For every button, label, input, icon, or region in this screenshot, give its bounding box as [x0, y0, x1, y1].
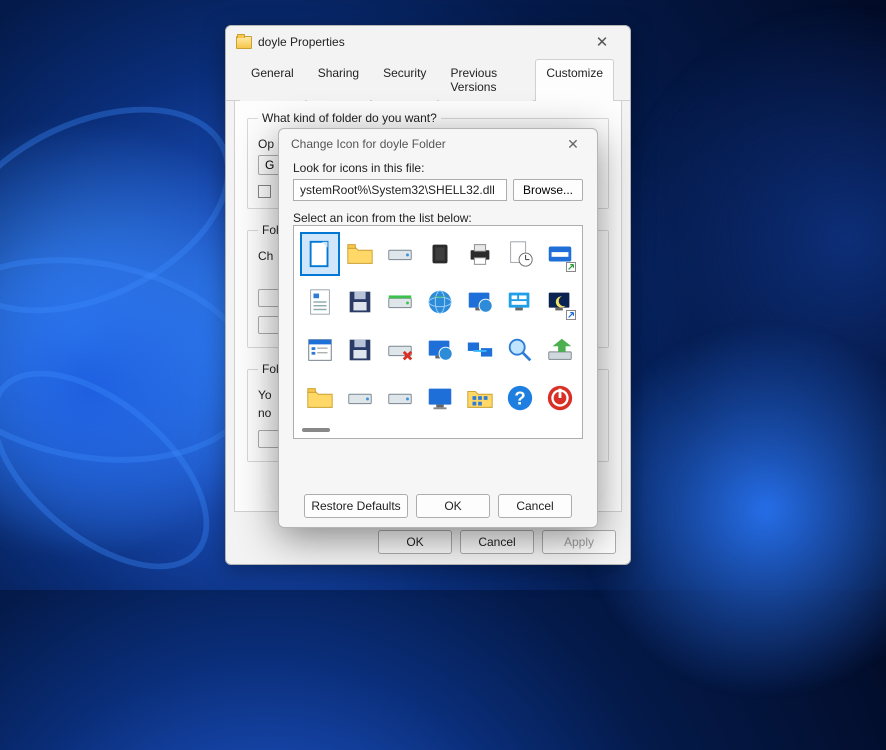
- change-icon-body: Look for icons in this file: Browse... S…: [279, 159, 597, 485]
- control-panel-icon[interactable]: [502, 282, 538, 322]
- tab-strip: General Sharing Security Previous Versio…: [226, 58, 630, 101]
- tab-general[interactable]: General: [240, 59, 305, 101]
- arrow-drive-icon[interactable]: [542, 330, 578, 370]
- select-icon-label: Select an icon from the list below:: [293, 211, 583, 225]
- magnifier-icon[interactable]: [502, 330, 538, 370]
- folder-icon: [236, 36, 252, 49]
- cancel-button[interactable]: Cancel: [460, 530, 534, 554]
- tab-customize[interactable]: Customize: [535, 59, 614, 101]
- change-icon-titlebar[interactable]: Change Icon for doyle Folder ✕: [279, 129, 597, 159]
- run-window-icon[interactable]: [542, 234, 578, 274]
- printer-icon[interactable]: [462, 234, 498, 274]
- svg-text:?: ?: [514, 388, 525, 409]
- globe-icon[interactable]: [422, 282, 458, 322]
- globe-monitor-icon[interactable]: [422, 330, 458, 370]
- tab-sharing[interactable]: Sharing: [307, 59, 370, 101]
- change-icon-close-button[interactable]: ✕: [555, 133, 591, 155]
- network-monitors-icon[interactable]: [462, 330, 498, 370]
- shortcut-overlay-icon: [566, 262, 576, 272]
- window-title: doyle Properties: [258, 35, 345, 49]
- drive-x-icon[interactable]: [382, 330, 418, 370]
- document-icon[interactable]: [302, 234, 338, 274]
- horizontal-scroll-thumb[interactable]: [302, 428, 330, 432]
- grid-folder-icon[interactable]: [462, 378, 498, 418]
- change-icon-dialog: Change Icon for doyle Folder ✕ Look for …: [278, 128, 598, 528]
- doc-lines-icon[interactable]: [302, 282, 338, 322]
- change-icon-ok-button[interactable]: OK: [416, 494, 490, 518]
- close-button[interactable]: ✕: [582, 30, 622, 54]
- moon-monitor-icon[interactable]: [542, 282, 578, 322]
- ok-button[interactable]: OK: [378, 530, 452, 554]
- monitor-globe-icon[interactable]: [462, 282, 498, 322]
- tab-previous-versions[interactable]: Previous Versions: [439, 59, 533, 101]
- folder-icon[interactable]: [342, 234, 378, 274]
- apply-subfolders-checkbox[interactable]: [258, 185, 271, 198]
- shortcut-overlay-icon: [566, 310, 576, 320]
- help-icon[interactable]: ?: [502, 378, 538, 418]
- change-icon-title: Change Icon for doyle Folder: [291, 137, 446, 151]
- icon-path-input[interactable]: [293, 179, 507, 201]
- change-icon-cancel-button[interactable]: Cancel: [498, 494, 572, 518]
- folder-open-icon[interactable]: [302, 378, 338, 418]
- group-folder-kind-legend: What kind of folder do you want?: [258, 111, 441, 125]
- browse-button[interactable]: Browse...: [513, 179, 583, 201]
- titlebar[interactable]: doyle Properties ✕: [226, 26, 630, 58]
- look-for-label: Look for icons in this file:: [293, 161, 583, 175]
- clock-doc-icon[interactable]: [502, 234, 538, 274]
- list-window-icon[interactable]: [302, 330, 338, 370]
- restore-defaults-button[interactable]: Restore Defaults: [304, 494, 408, 518]
- floppy-icon[interactable]: [342, 282, 378, 322]
- monitor-icon[interactable]: [422, 378, 458, 418]
- change-icon-button-bar: Restore Defaults OK Cancel: [279, 485, 597, 527]
- floppy-share-icon[interactable]: [342, 330, 378, 370]
- power-icon[interactable]: [542, 378, 578, 418]
- icon-list[interactable]: ?: [293, 225, 583, 439]
- drive3-icon[interactable]: [382, 378, 418, 418]
- apply-button[interactable]: Apply: [542, 530, 616, 554]
- drive2-icon[interactable]: [342, 378, 378, 418]
- tab-security[interactable]: Security: [372, 59, 437, 101]
- drive-green-icon[interactable]: [382, 282, 418, 322]
- drive-icon[interactable]: [382, 234, 418, 274]
- chip-icon[interactable]: [422, 234, 458, 274]
